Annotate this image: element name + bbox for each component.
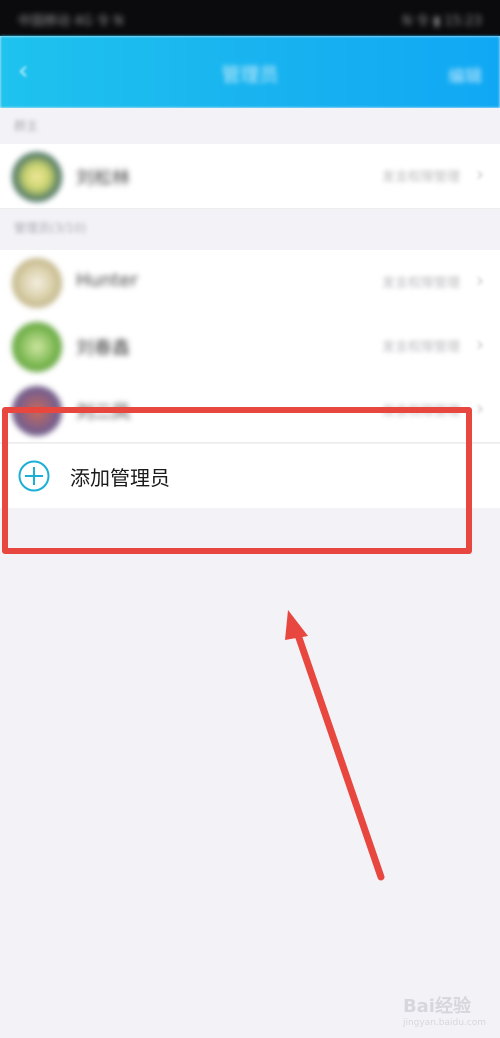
watermark: Bai经验 jingyan.baidu.com [403,992,486,1028]
annotation-arrow-icon [285,610,385,881]
watermark-brand: Bai经验 [402,996,471,1017]
watermark-url: jingyan.baidu.com [402,1018,486,1028]
